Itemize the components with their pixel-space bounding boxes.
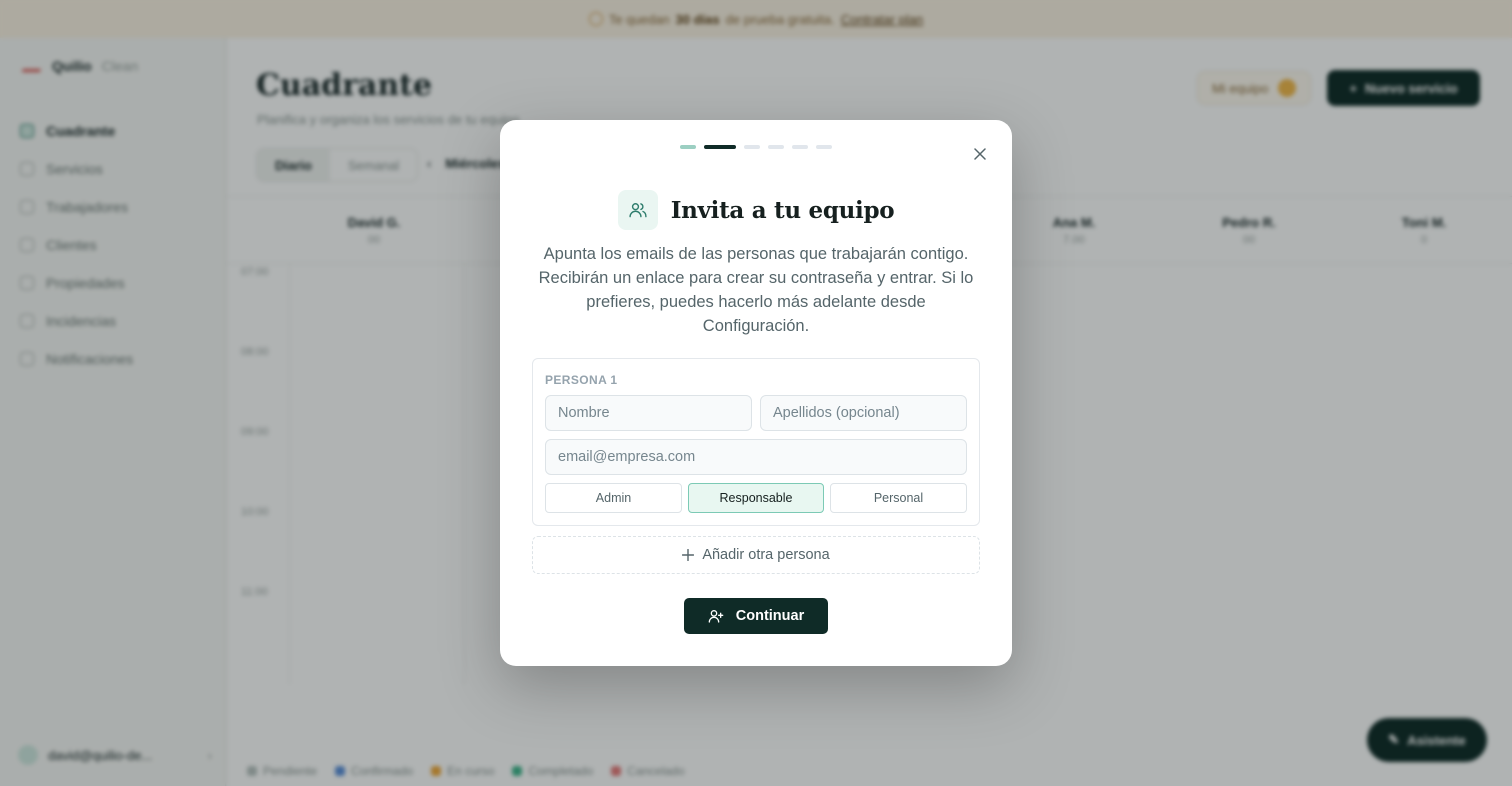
person-label: PERSONA 1	[545, 373, 618, 387]
close-button[interactable]	[970, 144, 990, 164]
step-dot	[744, 145, 760, 149]
last-name-input[interactable]	[760, 395, 967, 431]
step-dot	[816, 145, 832, 149]
step-dot	[680, 145, 696, 149]
role-responsable-button[interactable]: Responsable	[688, 483, 824, 513]
first-name-input[interactable]	[545, 395, 752, 431]
modal-title: Invita a tu equipo	[670, 196, 895, 224]
users-icon	[617, 190, 658, 230]
plus-icon	[682, 549, 695, 561]
step-dot-current	[704, 145, 736, 149]
step-dot	[768, 145, 784, 149]
email-input[interactable]	[545, 439, 967, 475]
role-personal-button[interactable]: Personal	[830, 483, 967, 513]
person-card: PERSONA 1 Admin Responsable Personal	[532, 358, 980, 526]
step-indicator	[500, 145, 1012, 149]
user-plus-icon	[708, 610, 724, 623]
add-person-label: Añadir otra persona	[702, 547, 830, 563]
step-dot	[792, 145, 808, 149]
add-person-button[interactable]: Añadir otra persona	[532, 536, 980, 574]
close-icon	[974, 148, 986, 160]
role-admin-button[interactable]: Admin	[545, 483, 682, 513]
invite-team-modal: Invita a tu equipo Apunta los emails de …	[500, 120, 1012, 666]
modal-header: Invita a tu equipo	[500, 190, 1012, 230]
continue-button[interactable]: Continuar	[684, 598, 828, 634]
continue-label: Continuar	[735, 608, 805, 624]
modal-description: Apunta los emails de las personas que tr…	[538, 245, 974, 335]
